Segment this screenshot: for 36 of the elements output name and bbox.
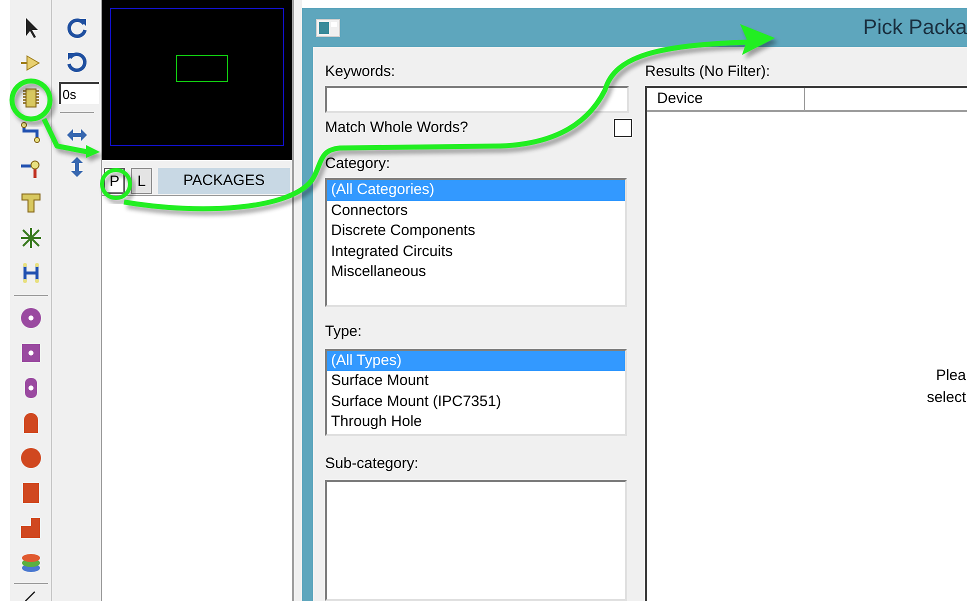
checkbox[interactable] [614, 119, 632, 138]
rotate-clockwise-icon[interactable] [64, 16, 88, 40]
list-item[interactable]: Surface Mount [327, 371, 625, 392]
list-item[interactable]: Surface Mount (IPC7351) [327, 392, 625, 412]
match-whole-words-label: Match Whole Words? [325, 118, 468, 138]
list-item[interactable]: Through Hole [327, 412, 625, 432]
list-item[interactable]: Connectors [327, 200, 625, 221]
results-label: Results (No Filter): [645, 63, 772, 81]
list-box[interactable]: (All Categories) Connectors Discrete Components Integrated Circuits Miscellaneous [325, 178, 627, 307]
highlight-circle [100, 168, 132, 200]
packages-header: PACKAGES [158, 168, 290, 194]
keywords-field[interactable] [325, 86, 629, 113]
sub-category-label: Sub-category: [325, 454, 420, 474]
panel-tab[interactable]: L [131, 168, 152, 194]
keywords-label: Keywords: [325, 63, 396, 81]
results-message: select [926, 388, 967, 408]
list-box[interactable] [325, 480, 627, 601]
circle-pad-icon[interactable] [18, 446, 42, 470]
board-outline [176, 55, 228, 82]
list-box[interactable]: (All Types) Surface Mount Surface Mount (IPC7351) Through Hole [325, 348, 627, 436]
rotation-field[interactable]: 0s [58, 82, 98, 104]
l-shape-pad-icon[interactable] [18, 516, 42, 540]
highlight-circle [10, 78, 52, 122]
list-item[interactable]: Discrete Components [327, 221, 625, 242]
round-pad-icon[interactable] [18, 306, 42, 330]
list-item[interactable]: Miscellaneous [327, 262, 625, 282]
type-label: Type: [325, 322, 363, 342]
window-icon[interactable] [316, 18, 340, 36]
category-label: Category: [325, 154, 392, 174]
annotation-arrow [42, 118, 100, 158]
window-title: Pick Packa [863, 14, 967, 41]
rotate-counterclockwise-icon[interactable] [64, 50, 88, 74]
track-icon[interactable] [18, 121, 42, 145]
results-message: Plea [936, 366, 967, 386]
t-shape-icon[interactable] [18, 191, 42, 215]
list-item[interactable]: Integrated Circuits [327, 242, 625, 262]
